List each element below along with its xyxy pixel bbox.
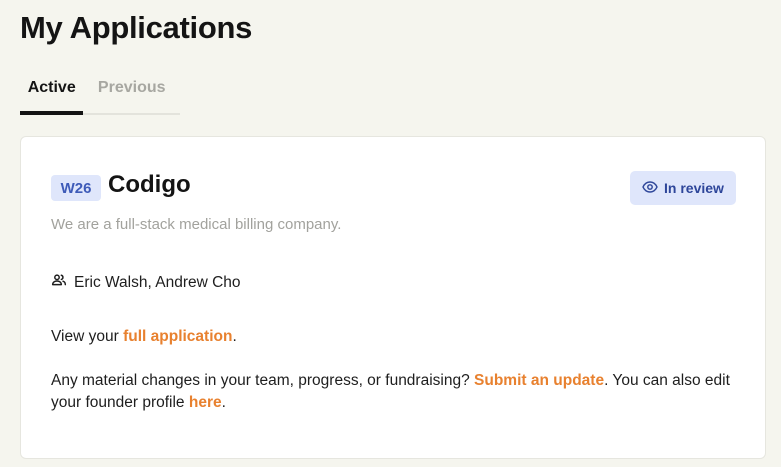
view-application-text: View your full application. bbox=[51, 328, 237, 346]
tab-bar: Active Previous bbox=[20, 70, 180, 115]
page: My Applications Active Previous W26 Codi… bbox=[0, 0, 781, 467]
tab-previous[interactable]: Previous bbox=[83, 70, 180, 115]
founder-names: Eric Walsh, Andrew Cho bbox=[74, 273, 241, 291]
application-card: W26 Codigo In review We are a full-stack… bbox=[20, 136, 766, 459]
company-description: We are a full-stack medical billing comp… bbox=[51, 216, 342, 233]
status-label: In review bbox=[664, 180, 724, 196]
update-text: Any material changes in your team, progr… bbox=[51, 370, 741, 414]
tab-active[interactable]: Active bbox=[20, 70, 84, 115]
view-prefix: View your bbox=[51, 328, 124, 345]
update-suffix: . bbox=[221, 394, 226, 411]
page-title: My Applications bbox=[20, 10, 253, 45]
status-badge: In review bbox=[630, 171, 736, 205]
eye-icon bbox=[642, 179, 658, 198]
full-application-link[interactable]: full application bbox=[123, 328, 232, 345]
founder-profile-link[interactable]: here bbox=[189, 394, 222, 411]
batch-badge: W26 bbox=[51, 175, 101, 201]
view-suffix: . bbox=[232, 328, 237, 345]
founders: Eric Walsh, Andrew Cho bbox=[51, 272, 241, 293]
submit-update-link[interactable]: Submit an update bbox=[474, 372, 604, 389]
update-prefix: Any material changes in your team, progr… bbox=[51, 372, 475, 389]
people-icon bbox=[51, 272, 67, 293]
company-name: Codigo bbox=[108, 171, 191, 198]
